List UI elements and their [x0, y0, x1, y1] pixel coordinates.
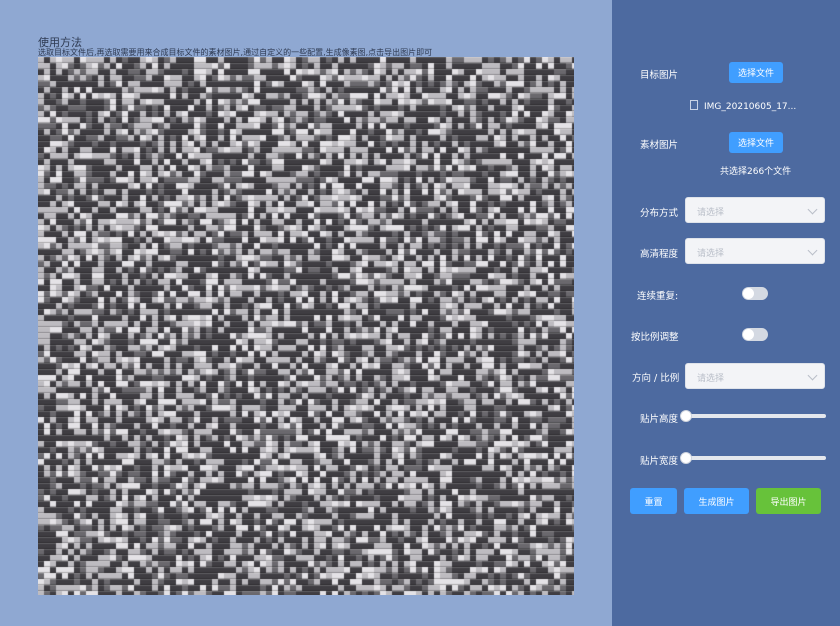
settings-panel	[612, 0, 840, 626]
continuous-repeat-toggle[interactable]	[742, 287, 768, 300]
mosaic-preview-image	[38, 57, 574, 595]
distribution-select[interactable]: 请选择	[685, 197, 825, 223]
slider-handle[interactable]	[680, 452, 692, 464]
chevron-down-icon	[807, 245, 818, 256]
toggle-knob	[743, 329, 754, 340]
target-file-name: IMG_20210605_17...	[704, 102, 797, 112]
reset-button[interactable]: 重置	[630, 488, 677, 514]
slider-handle[interactable]	[680, 410, 692, 422]
target-image-label: 目标图片	[640, 70, 679, 81]
document-icon	[690, 100, 698, 110]
distribution-select-placeholder: 请选择	[697, 208, 725, 218]
preview-area: 使用方法 选取目标文件后,再选取需要用来合成目标文件的素材图片,通过自定义的一些…	[0, 0, 612, 626]
tile-height-label: 贴片高度	[640, 414, 679, 425]
target-file-entry[interactable]: IMG_20210605_17...	[690, 100, 796, 112]
slider-track	[684, 456, 826, 460]
direction-select-placeholder: 请选择	[697, 374, 725, 384]
export-image-button[interactable]: 导出图片	[756, 488, 821, 514]
chevron-down-icon	[807, 204, 818, 215]
clarity-select-placeholder: 请选择	[697, 249, 725, 259]
clarity-select[interactable]: 请选择	[685, 238, 825, 264]
material-count-text: 共选择266个文件	[720, 167, 792, 177]
distribution-label: 分布方式	[640, 208, 679, 219]
tile-width-label: 贴片宽度	[640, 456, 679, 467]
material-image-label: 素材图片	[640, 140, 679, 151]
direction-ratio-select[interactable]: 请选择	[685, 363, 825, 389]
toggle-knob	[743, 288, 754, 299]
material-choose-file-button[interactable]: 选择文件	[729, 132, 783, 153]
tile-height-slider[interactable]	[680, 410, 826, 422]
scale-adjust-label: 按比例调整	[631, 332, 679, 343]
slider-track	[684, 414, 826, 418]
continuous-repeat-label: 连续重复:	[637, 291, 679, 302]
direction-ratio-label: 方向 / 比例	[632, 373, 680, 384]
clarity-label: 高清程度	[640, 249, 679, 260]
chevron-down-icon	[807, 370, 818, 381]
scale-adjust-toggle[interactable]	[742, 328, 768, 341]
target-choose-file-button[interactable]: 选择文件	[729, 62, 783, 83]
generate-image-button[interactable]: 生成图片	[684, 488, 749, 514]
tile-width-slider[interactable]	[680, 452, 826, 464]
